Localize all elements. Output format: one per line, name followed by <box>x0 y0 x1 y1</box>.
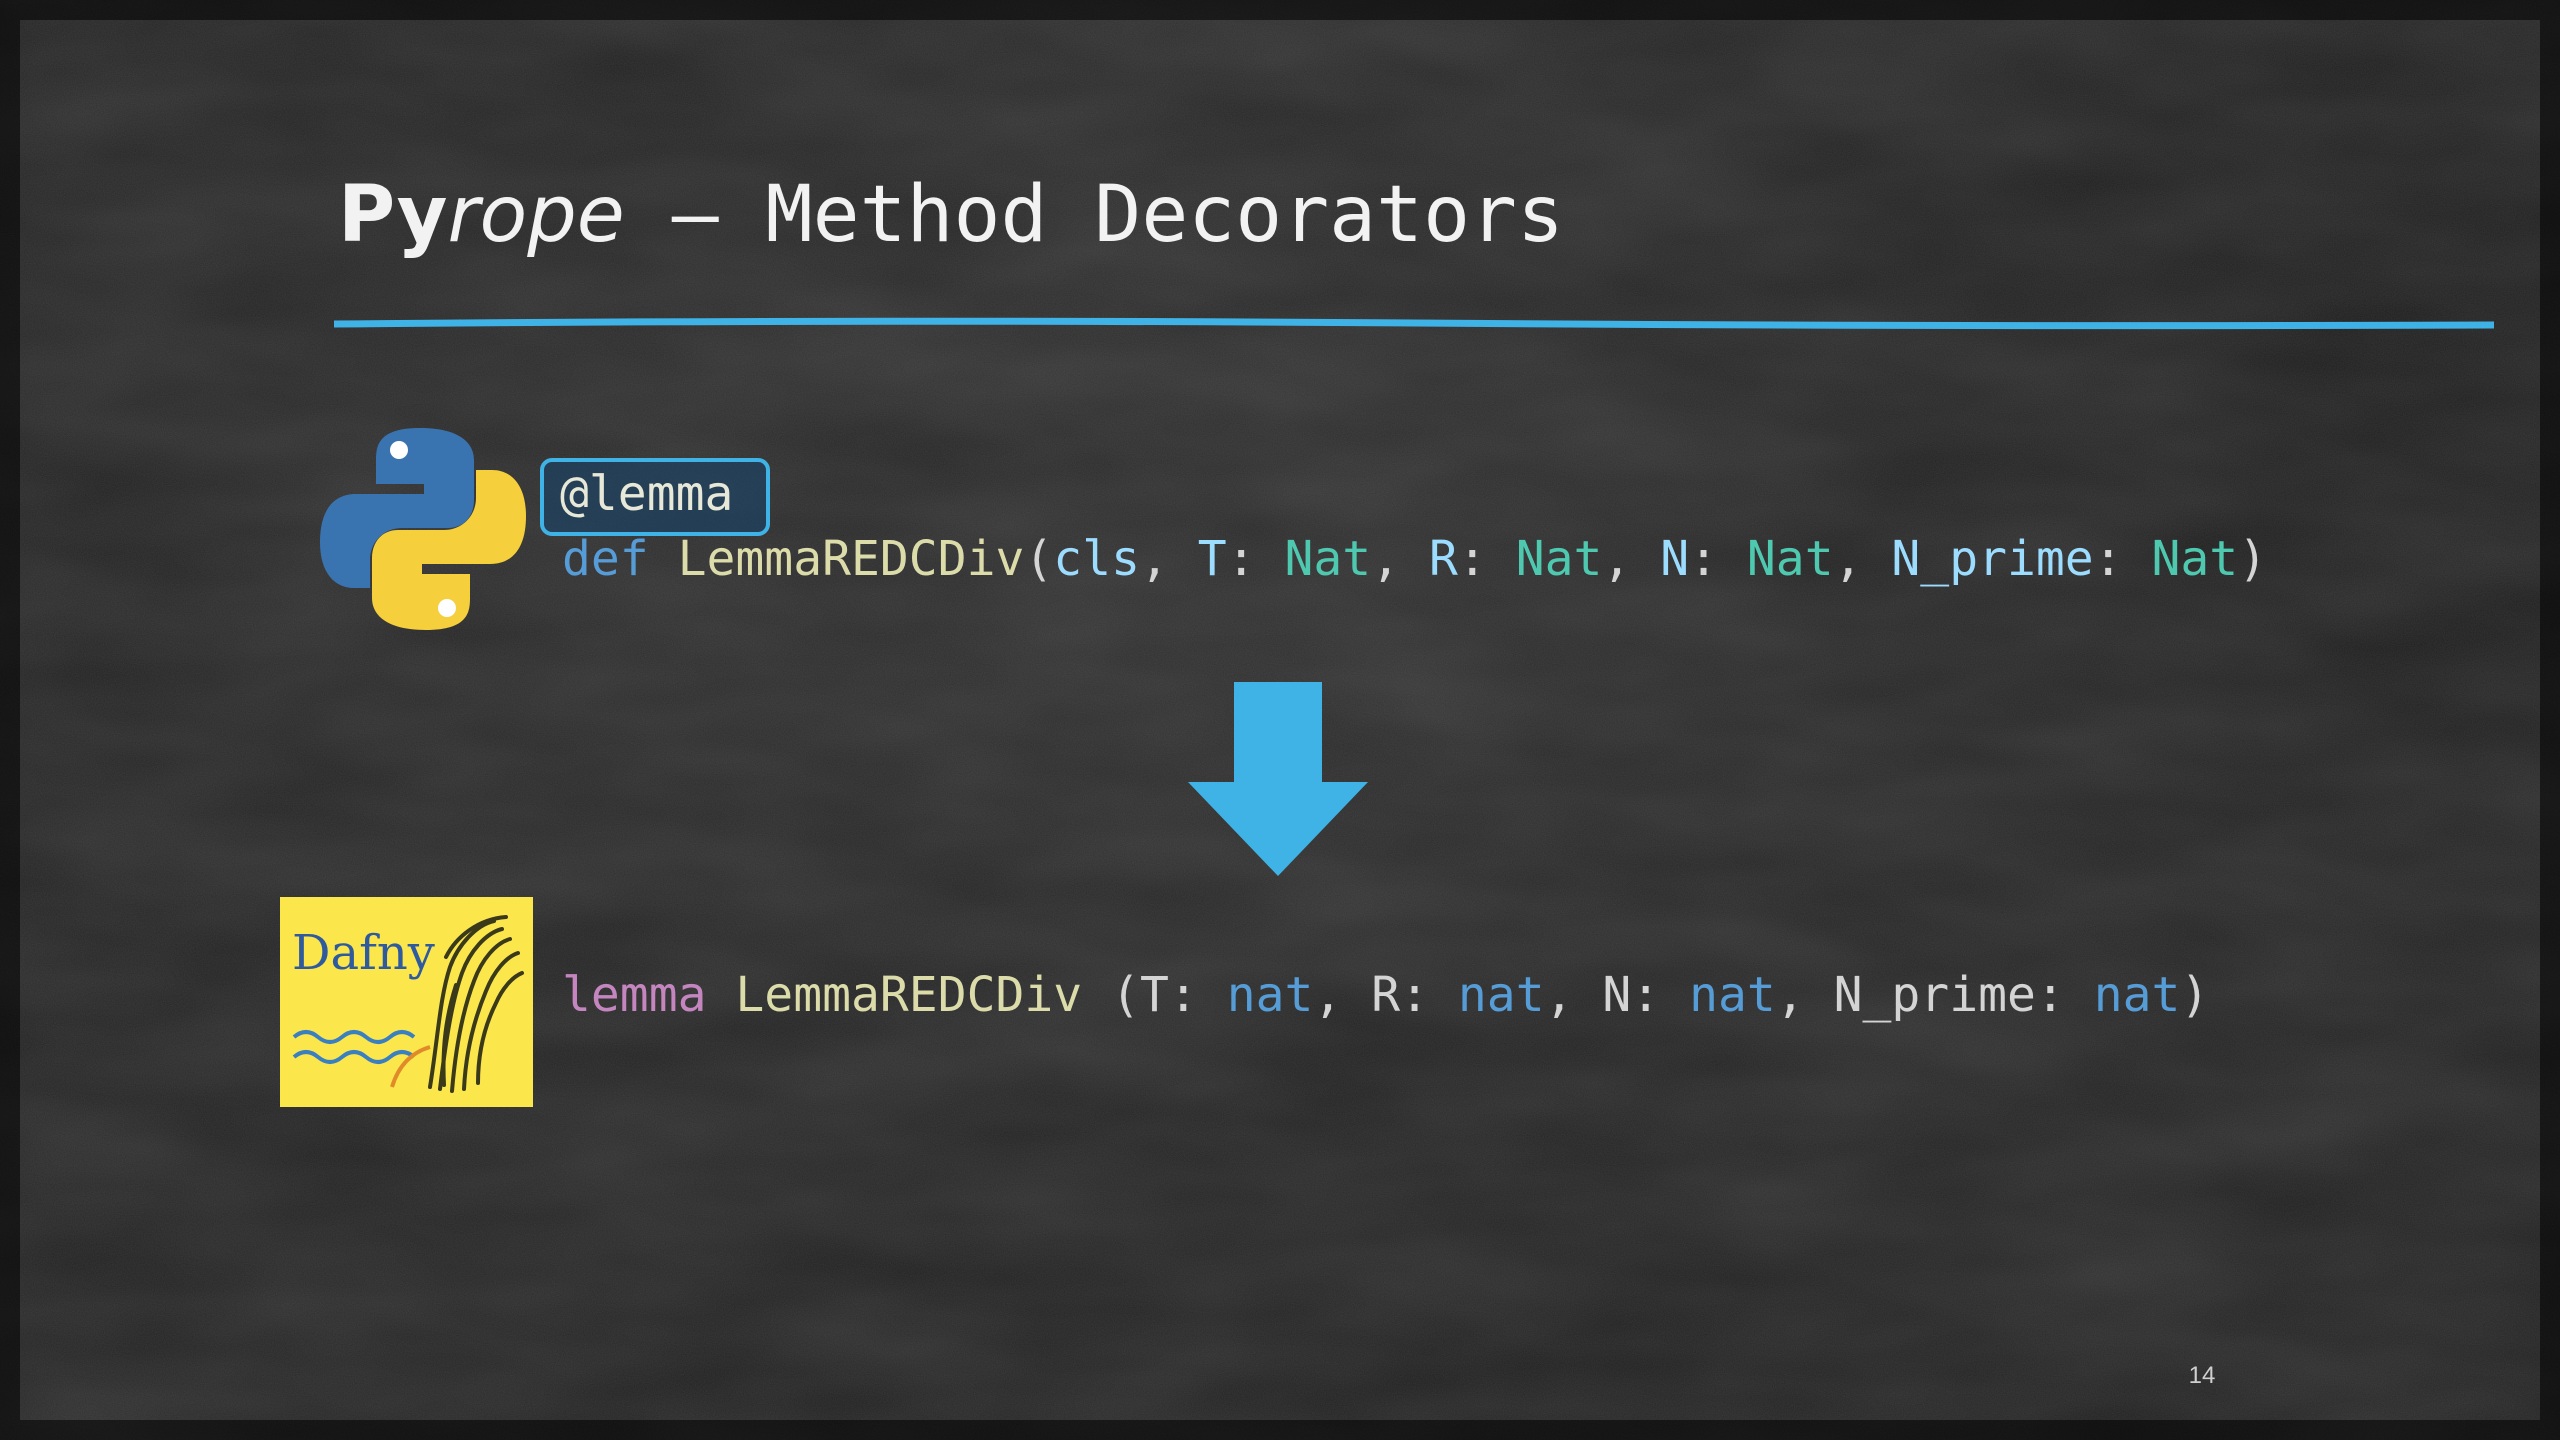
comma: , <box>1833 531 1892 587</box>
param-name: N_prime <box>1891 531 2094 587</box>
def-keyword: def <box>562 531 649 587</box>
function-name: LemmaREDCDiv <box>735 967 1083 1023</box>
param-type: nat <box>1689 967 1776 1023</box>
colon: : <box>1400 967 1458 1023</box>
param-type: nat <box>1226 967 1314 1023</box>
colon: : <box>1631 967 1690 1023</box>
param-name: N <box>1602 967 1632 1023</box>
param-type: nat <box>1457 967 1545 1023</box>
comma: , <box>1775 967 1834 1023</box>
arrow-down-icon <box>1188 682 1368 876</box>
close-paren: ) <box>2238 531 2268 587</box>
page-number: 14 <box>2188 1362 2216 1389</box>
close-paren: ) <box>2180 967 2210 1023</box>
param-name: R <box>1429 531 1458 587</box>
param-type: Nat <box>1746 531 1834 587</box>
comma: , <box>1371 531 1429 587</box>
colon: : <box>1689 531 1747 587</box>
title-rope: rope <box>447 170 625 260</box>
param-type: Nat <box>1284 531 1372 587</box>
colon: : <box>1168 967 1227 1023</box>
lemma-keyword: lemma <box>562 967 707 1023</box>
dafny-lemma-line: lemma LemmaREDCDiv (T: nat, R: nat, N: n… <box>562 963 2209 1027</box>
param-type: Nat <box>2151 531 2239 587</box>
comma: , <box>1602 531 1661 587</box>
comma: , <box>1544 967 1603 1023</box>
python-logo-icon <box>320 428 526 630</box>
comma: , <box>1313 967 1372 1023</box>
colon: : <box>1226 531 1285 587</box>
title-py: Py <box>338 170 448 260</box>
param-name: N <box>1660 531 1690 587</box>
param-name: N_prime <box>1833 967 2036 1023</box>
colon: : <box>2035 967 2094 1023</box>
dafny-logo-icon: Dafny <box>280 897 533 1107</box>
colon: : <box>2093 531 2152 587</box>
python-def-line: def LemmaREDCDiv(cls, T: Nat, R: Nat, N:… <box>562 527 2267 591</box>
slide: Pyrope – Method Decorators @lemma def Le… <box>0 0 2560 1440</box>
title-underline <box>334 317 2494 330</box>
slide-title: Pyrope – Method Decorators <box>338 160 1564 270</box>
param-name: T <box>1197 531 1227 587</box>
param-type: Nat <box>1515 531 1603 587</box>
open-paren: ( <box>1082 967 1140 1023</box>
title-rest: – Method Decorators <box>624 170 1564 260</box>
function-name: LemmaREDCDiv <box>677 531 1025 587</box>
comma: , <box>1140 531 1198 587</box>
open-paren: ( <box>1024 531 1054 587</box>
param-type: nat <box>2093 967 2181 1023</box>
param-cls: cls <box>1053 531 1140 587</box>
dafny-logo-text: Dafny <box>292 925 435 981</box>
param-name: T <box>1139 967 1169 1023</box>
colon: : <box>1457 531 1516 587</box>
param-name: R <box>1371 967 1401 1023</box>
decorator-text: @lemma <box>560 466 734 522</box>
